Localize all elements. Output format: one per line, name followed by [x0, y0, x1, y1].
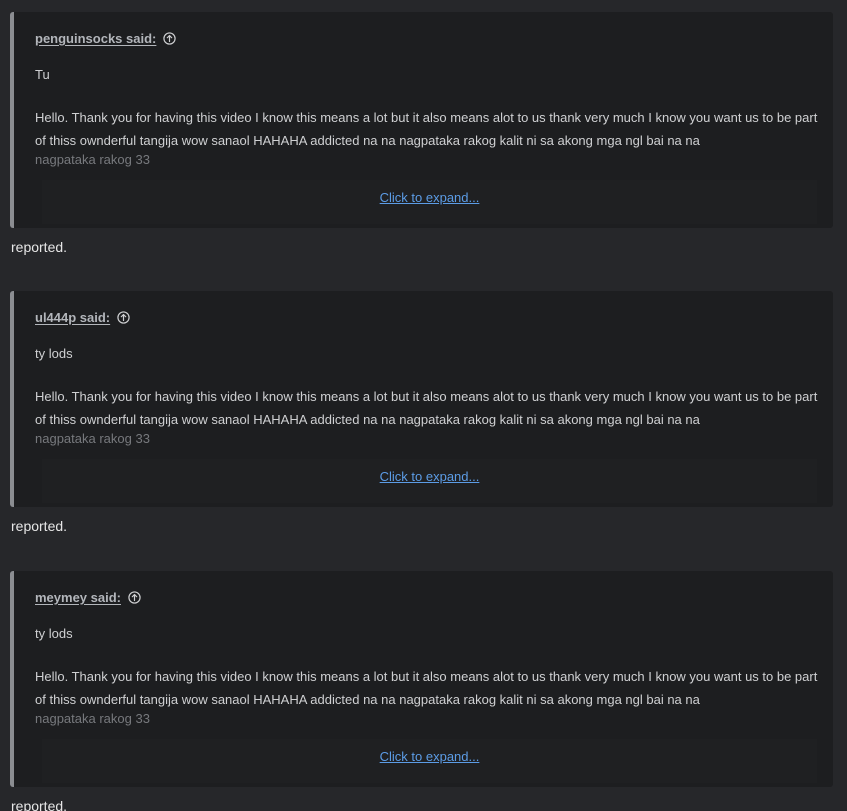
- quote-block: penguinsocks said: Tu Hello. Thank you f…: [10, 12, 833, 228]
- quote-block: meymey said: ty lods Hello. Thank you fo…: [10, 571, 833, 787]
- click-to-expand-link[interactable]: Click to expand...: [42, 190, 817, 205]
- arrow-up-circle-icon[interactable]: [163, 32, 177, 45]
- quote-short-text: ty lods: [35, 626, 73, 641]
- reply-text: reported.: [11, 239, 68, 255]
- quote-short-text: Tu: [35, 67, 50, 82]
- quote-author-link[interactable]: penguinsocks said:: [35, 31, 177, 46]
- quote-faded-text: nagpataka rakog 33: [35, 711, 150, 726]
- arrow-up-circle-icon[interactable]: [117, 311, 130, 324]
- thread-page: penguinsocks said: Tu Hello. Thank you f…: [0, 0, 847, 811]
- reply-text: reported.: [11, 798, 68, 811]
- quote-author-name[interactable]: meymey said:: [35, 590, 121, 605]
- post-2: ul444p said: ty lods Hello. Thank you fo…: [10, 291, 833, 534]
- quote-author-name[interactable]: penguinsocks said:: [35, 31, 156, 46]
- expand-bar: Click to expand...: [42, 739, 817, 783]
- quote-long-text: Hello. Thank you for having this video I…: [35, 389, 818, 427]
- arrow-up-circle-icon[interactable]: [128, 591, 141, 604]
- top-strip: [0, 0, 847, 12]
- quote-long-text: Hello. Thank you for having this video I…: [35, 110, 818, 148]
- post-3: meymey said: ty lods Hello. Thank you fo…: [10, 571, 833, 811]
- click-to-expand-link[interactable]: Click to expand...: [42, 469, 817, 484]
- quote-faded-text: nagpataka rakog 33: [35, 431, 150, 446]
- reply-text: reported.: [11, 518, 68, 534]
- quote-author-name[interactable]: ul444p said:: [35, 310, 110, 325]
- quote-author-link[interactable]: meymey said:: [35, 590, 141, 605]
- expand-bar: Click to expand...: [42, 459, 817, 503]
- quote-author-link[interactable]: ul444p said:: [35, 310, 130, 325]
- quote-short-text: ty lods: [35, 346, 73, 361]
- click-to-expand-link[interactable]: Click to expand...: [42, 749, 817, 764]
- quote-block: ul444p said: ty lods Hello. Thank you fo…: [10, 291, 833, 507]
- expand-bar: Click to expand...: [42, 180, 817, 224]
- post-1: penguinsocks said: Tu Hello. Thank you f…: [10, 12, 833, 255]
- quote-long-text: Hello. Thank you for having this video I…: [35, 669, 818, 707]
- quote-faded-text: nagpataka rakog 33: [35, 152, 150, 167]
